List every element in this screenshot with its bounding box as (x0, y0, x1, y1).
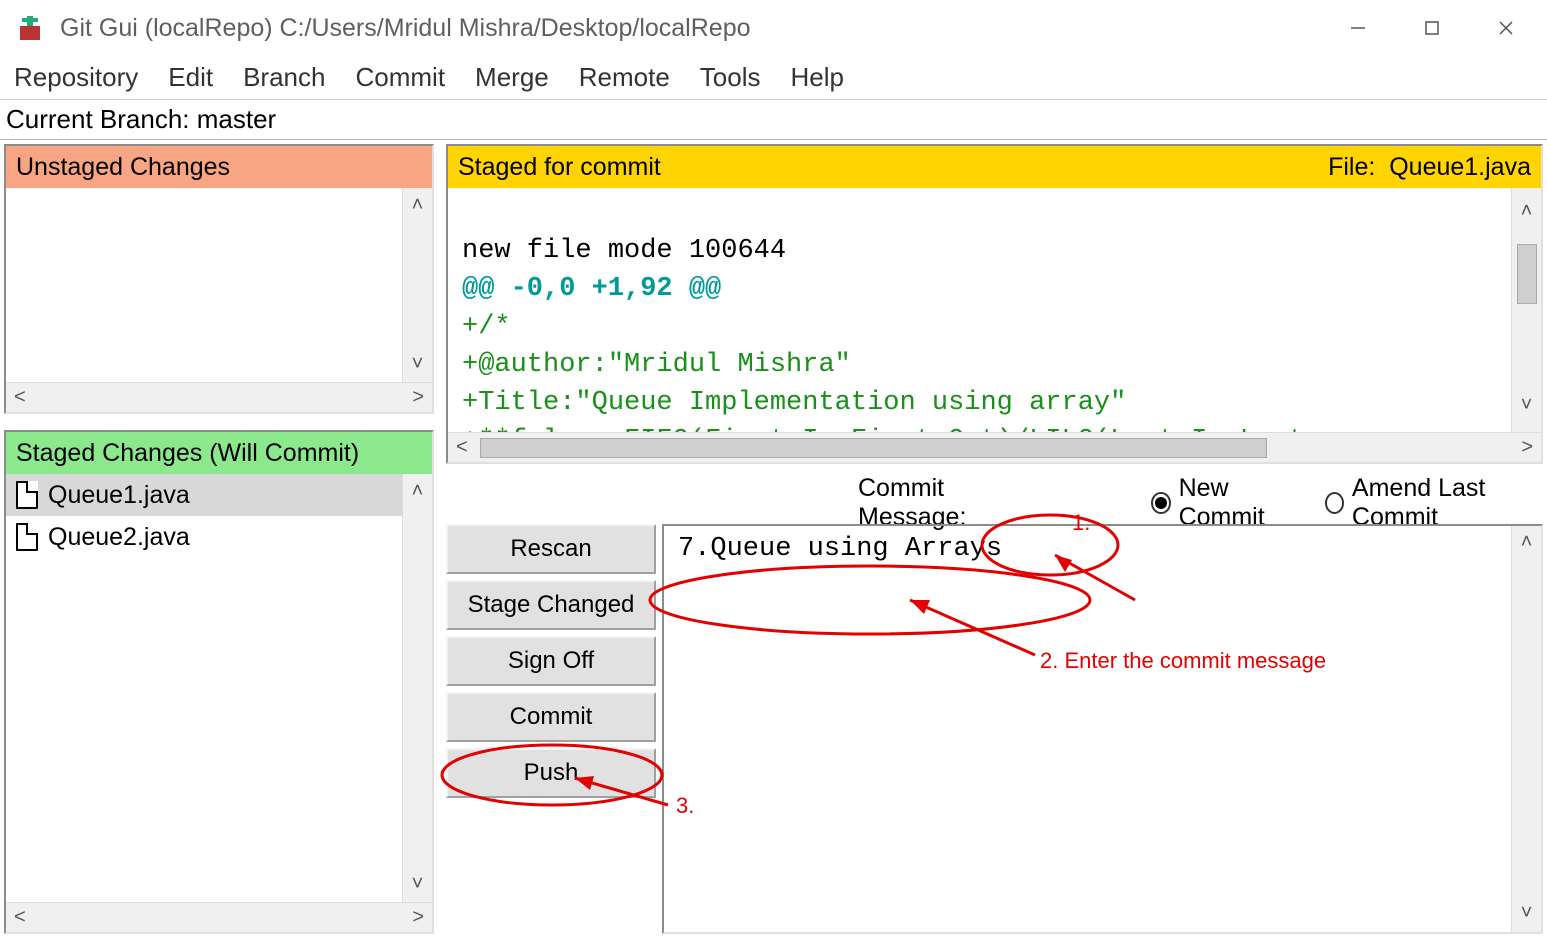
scroll-left-icon[interactable]: ˂ (448, 436, 476, 459)
scroll-down-icon[interactable]: ˅ (1520, 897, 1532, 932)
scroll-up-icon[interactable]: ˄ (1520, 526, 1532, 561)
sign-off-button[interactable]: Sign Off (446, 636, 656, 686)
radio-dot-icon (1151, 492, 1170, 514)
diff-file-label: File: (1328, 153, 1375, 181)
menu-branch[interactable]: Branch (243, 62, 325, 93)
scroll-down-icon[interactable]: ˅ (412, 347, 424, 382)
menu-help[interactable]: Help (791, 62, 844, 93)
menu-remote[interactable]: Remote (579, 62, 670, 93)
commit-message-input[interactable]: 7.Queue using Arrays ˄˅ (662, 524, 1543, 934)
list-item[interactable]: Queue1.java (6, 474, 432, 516)
scroll-down-icon[interactable]: ˅ (412, 867, 424, 902)
menu-edit[interactable]: Edit (168, 62, 213, 93)
scroll-up-icon[interactable]: ˄ (412, 474, 424, 509)
scroll-up-icon[interactable]: ˄ (412, 188, 424, 223)
diff-line: +@author:"Mridul Mishra" (462, 350, 851, 380)
diff-line: +/* (462, 312, 511, 342)
current-branch-label: Current Branch: master (0, 100, 1547, 140)
staged-pane: Staged Changes (Will Commit) Queue1.java… (4, 430, 434, 934)
minimize-button[interactable] (1321, 3, 1395, 53)
titlebar: Git Gui (localRepo) C:/Users/Mridul Mish… (0, 0, 1547, 56)
staged-header: Staged Changes (Will Commit) (6, 432, 432, 474)
unstaged-pane: Unstaged Changes ˄˅ ˂˃ (4, 144, 434, 414)
list-item[interactable]: Queue2.java (6, 516, 432, 558)
scrollbar-vertical[interactable]: ˄˅ (1511, 526, 1541, 932)
radio-dot-icon (1325, 492, 1344, 514)
scrollbar-thumb[interactable] (480, 438, 1267, 458)
diff-line: new file mode 100644 (462, 236, 786, 266)
scrollbar-horizontal[interactable]: ˂˃ (448, 432, 1541, 462)
commit-button[interactable]: Commit (446, 692, 656, 742)
diff-pane: Staged for commit File: Queue1.java new … (446, 144, 1543, 464)
scrollbar-horizontal[interactable]: ˂˃ (6, 382, 432, 412)
maximize-button[interactable] (1395, 3, 1469, 53)
unstaged-header: Unstaged Changes (6, 146, 432, 188)
scroll-down-icon[interactable]: ˅ (1520, 382, 1532, 432)
menu-commit[interactable]: Commit (355, 62, 445, 93)
stage-changed-button[interactable]: Stage Changed (446, 580, 656, 630)
scroll-right-icon[interactable]: ˃ (404, 386, 432, 409)
rescan-button[interactable]: Rescan (446, 524, 656, 574)
scroll-up-icon[interactable]: ˄ (1520, 188, 1532, 238)
scrollbar-vertical[interactable]: ˄˅ (402, 188, 432, 382)
menu-tools[interactable]: Tools (700, 62, 761, 93)
push-button[interactable]: Push (446, 748, 656, 798)
commit-area: Rescan Stage Changed Sign Off Commit Pus… (446, 482, 1543, 934)
diff-line: @@ -0,0 +1,92 @@ (462, 274, 721, 304)
diff-line: +**folows FIFO(First In First Out)/LILO(… (462, 426, 1305, 432)
file-name: Queue1.java (48, 474, 190, 516)
scrollbar-vertical[interactable]: ˄˅ (1511, 188, 1541, 432)
file-icon (16, 523, 38, 551)
commit-message-text: 7.Queue using Arrays (678, 534, 1002, 564)
file-name: Queue2.java (48, 516, 190, 558)
menubar: Repository Edit Branch Commit Merge Remo… (0, 56, 1547, 100)
unstaged-list[interactable]: ˄˅ (6, 188, 432, 382)
menu-repository[interactable]: Repository (14, 62, 138, 93)
diff-line: +Title:"Queue Implementation using array… (462, 388, 1126, 418)
diff-content[interactable]: new file mode 100644 @@ -0,0 +1,92 @@ +/… (448, 188, 1541, 432)
scrollbar-vertical[interactable]: ˄˅ (402, 474, 432, 902)
staged-list[interactable]: Queue1.java Queue2.java ˄˅ (6, 474, 432, 902)
close-button[interactable] (1469, 3, 1543, 53)
scroll-right-icon[interactable]: ˃ (404, 906, 432, 929)
scroll-left-icon[interactable]: ˂ (6, 386, 34, 409)
menu-merge[interactable]: Merge (475, 62, 549, 93)
diff-file-name: Queue1.java (1389, 153, 1531, 181)
scroll-right-icon[interactable]: ˃ (1513, 436, 1541, 459)
window-title: Git Gui (localRepo) C:/Users/Mridul Mish… (60, 14, 1321, 43)
file-icon (16, 481, 38, 509)
diff-header-title: Staged for commit (458, 153, 661, 182)
diff-header: Staged for commit File: Queue1.java (448, 146, 1541, 188)
scrollbar-thumb[interactable] (1517, 244, 1537, 304)
scrollbar-horizontal[interactable]: ˂˃ (6, 902, 432, 932)
scroll-left-icon[interactable]: ˂ (6, 906, 34, 929)
git-gui-icon (14, 12, 46, 44)
